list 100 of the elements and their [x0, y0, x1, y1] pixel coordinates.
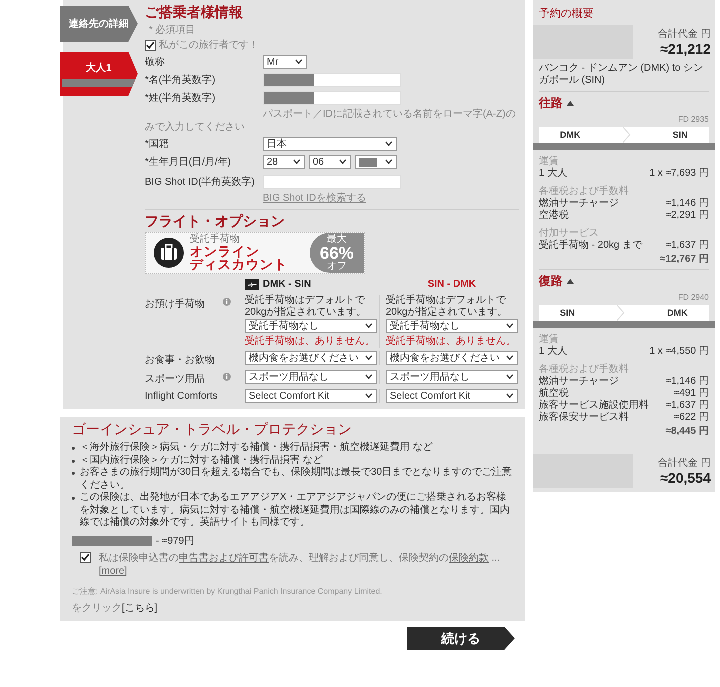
- route-label: DMK - SIN: [263, 279, 312, 290]
- dropdown[interactable]: 日本: [263, 137, 397, 151]
- required-note: * 必須項目: [149, 24, 197, 37]
- fee-amount: ≈1,146 円: [666, 198, 709, 210]
- group-heading: 各種税および手数料: [539, 362, 630, 376]
- fee-label: 航空税: [539, 388, 569, 400]
- bullet-dot: [72, 447, 75, 450]
- flight-number: FD 2940: [677, 293, 709, 302]
- field-label: *国籍: [145, 138, 170, 151]
- info-icon: [223, 373, 231, 381]
- bullet-text: この保険は、出発地が日本であるエアアジアX・エアアジアジャパンの便にご搭乗されるお客様を対象としています。病気に対する補償・航空機遅延費用は国際線のみの補償となります。国内線では補償の対象外です。英語サイトも同様です。: [80, 492, 511, 530]
- dropdown[interactable]: 機内食をお選びください: [386, 351, 518, 365]
- fee-label: 燃油サーチャージ: [539, 198, 619, 210]
- dropdown[interactable]: 28: [263, 155, 305, 169]
- here-link[interactable]: [こちら]: [122, 602, 158, 614]
- bullet-text: お客さまの旅行期間が30日を超える場合でも、保険期間は最長で30日までとなりますのでご注意ください。: [80, 467, 514, 492]
- dropdown[interactable]: [355, 155, 397, 169]
- plane-icon: [245, 279, 259, 290]
- leg-toggle[interactable]: 往路: [539, 95, 709, 112]
- total-label: 合計代金 円: [658, 456, 711, 470]
- click-text: をクリック[こちら]: [72, 602, 159, 614]
- fee-amount: ≈2,291 円: [666, 210, 709, 222]
- fee-amount: ≈1,637 円: [666, 240, 709, 252]
- warning-text: 受託手荷物は、ありません。: [245, 334, 376, 348]
- banner-caption: 受託手荷物: [190, 235, 241, 245]
- fee-amount: ≈1,637 円: [666, 400, 709, 412]
- input-field[interactable]: [263, 91, 401, 105]
- hint-text: パスポート／IDに記載されている名前をローマ字(A-Z)のみで入力してください: [145, 108, 517, 134]
- dropdown[interactable]: 機内食をお選びください: [245, 351, 377, 365]
- dropdown[interactable]: スポーツ用品なし: [386, 370, 518, 384]
- input-field[interactable]: [263, 73, 401, 87]
- terms-link[interactable]: 保険約款: [449, 552, 489, 564]
- field-label: *生年月日(日/月/年): [145, 156, 232, 169]
- dropdown[interactable]: スポーツ用品なし: [245, 370, 377, 384]
- section-title: ご搭乗者様情報: [145, 4, 244, 22]
- dropdown[interactable]: Select Comfort Kit: [245, 389, 377, 403]
- bullet-dot: [72, 497, 75, 500]
- fee-amount: 1 x ≈7,693 円: [650, 168, 709, 180]
- bullet-dot: [72, 460, 75, 462]
- warning-text: 受託手荷物は、ありません。: [386, 334, 517, 348]
- caret-icon: [506, 374, 514, 380]
- caret-icon: [339, 159, 347, 165]
- bullet-text: ＜海外旅行保険＞病気・ケガに対する補償・携行品損害・航空機遅延費用 など: [80, 442, 433, 454]
- caret-icon: [293, 159, 301, 165]
- caret-icon: [365, 393, 373, 399]
- dropdown[interactable]: 受託手荷物なし: [386, 319, 518, 333]
- chevron-icon: [617, 305, 626, 321]
- checkbox[interactable]: [80, 552, 91, 562]
- checkbox[interactable]: [145, 40, 156, 50]
- caret-icon: [506, 393, 514, 399]
- fee-label: 1 大人: [539, 168, 568, 180]
- input-field[interactable]: [263, 175, 401, 189]
- fee-label: 受託手荷物 - 20kg まで: [539, 240, 642, 252]
- dropdown[interactable]: Mr: [263, 55, 307, 69]
- caret-icon: [365, 374, 373, 380]
- agreement-text: 私は保険申込書の申告書および許可書を読み、理解および同意し、保険契約の保険約款 ... [more]: [99, 552, 502, 578]
- route-bar: SIN DMK: [539, 305, 709, 321]
- banner-headline: オンライン: [190, 245, 261, 258]
- route-text: バンコク - ドンムアン (DMK) to シンガポール (SIN): [539, 63, 704, 87]
- dropdown[interactable]: 受託手荷物なし: [245, 319, 377, 333]
- fee-amount: ≈622 円: [674, 412, 709, 424]
- dropdown[interactable]: 06: [309, 155, 351, 169]
- fee-label: 旅客保安サービス料: [539, 412, 629, 424]
- subtotal-amount: ≈12,767 円: [659, 253, 709, 266]
- chevron-icon: [622, 127, 631, 143]
- section-title: フライト・オプション: [145, 213, 286, 231]
- step-tab[interactable]: 連絡先の詳細: [60, 6, 138, 42]
- fee-label: 1 大人: [539, 346, 568, 358]
- dropdown[interactable]: Select Comfort Kit: [386, 389, 518, 403]
- option-label: お食事・お飲物: [145, 354, 216, 367]
- field-label: *姓(半角英数字): [145, 92, 217, 105]
- group-heading: 付加サービス: [539, 226, 600, 240]
- terms-link[interactable]: 申告書および許可書: [179, 552, 269, 564]
- summary-title: 予約の概要: [539, 7, 595, 21]
- fee-amount: ≈1,146 円: [666, 376, 709, 388]
- total-label: 合計代金 円: [658, 28, 711, 41]
- leg-toggle[interactable]: 復路: [539, 273, 709, 290]
- price-text: - ≈979円: [156, 534, 194, 548]
- route-bar: DMK SIN: [539, 127, 709, 143]
- continue-button[interactable]: 続ける: [407, 626, 515, 650]
- leg-heading[interactable]: DMK - SIN: [239, 277, 379, 292]
- fee-label: 旅客サービス施設使用料: [539, 400, 649, 412]
- caret-icon: [385, 141, 393, 147]
- flight-number: FD 2935: [677, 115, 709, 124]
- step-tab[interactable]: 大人1: [60, 52, 138, 96]
- caret-icon: [365, 323, 373, 329]
- terms-link[interactable]: [more]: [99, 566, 128, 576]
- fee-amount: ≈491 円: [674, 388, 709, 400]
- group-heading: 運賃: [539, 333, 560, 346]
- field-label: BIG Shot ID(半角英数字): [145, 176, 256, 189]
- leg-heading[interactable]: SIN - DMK: [379, 277, 519, 292]
- banner-headline: ディスカウント: [190, 258, 288, 271]
- group-heading: 運賃: [539, 155, 560, 168]
- bullet-text: ＜国内旅行保険＞ケガに対する補償・携行品損害 など: [80, 454, 323, 466]
- caret-icon: [365, 355, 373, 361]
- checkbox-label: 私がこの旅行者です！: [159, 38, 259, 52]
- discount-badge: 最大 66% オフ: [310, 233, 364, 273]
- option-note: 受託手荷物はデフォルトで20kgが指定されています。: [386, 295, 509, 318]
- total-amount: ≈20,554: [660, 470, 711, 486]
- caret-icon: [506, 355, 514, 361]
